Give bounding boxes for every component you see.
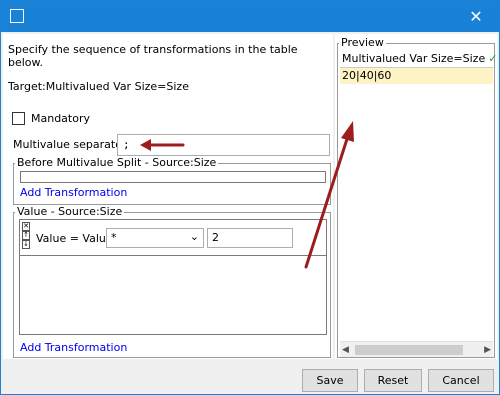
value-legend: Value - Source:Size xyxy=(15,205,125,218)
transformation-panel: Specify the sequence of transformations … xyxy=(3,34,333,359)
reset-button[interactable]: Reset xyxy=(364,369,422,392)
annotation-arrow-separator xyxy=(140,139,185,151)
scroll-thumb[interactable] xyxy=(355,345,463,355)
separator-label: Multivalue separator xyxy=(13,138,127,151)
remove-row-icon[interactable]: ✕ xyxy=(22,222,30,231)
move-up-icon[interactable]: ↑ xyxy=(22,231,30,240)
app-icon xyxy=(10,9,24,23)
transformation-row: ✕ ↑ ↓ Value = Value * ⌄ 2 xyxy=(20,220,326,256)
move-down-icon[interactable]: ↓ xyxy=(22,240,30,249)
operator-value: * xyxy=(111,231,117,244)
operator-select[interactable]: * ⌄ xyxy=(106,228,204,248)
mandatory-label: Mandatory xyxy=(31,112,91,125)
dialog-content: Specify the sequence of transformations … xyxy=(1,32,499,394)
target-label: Target:Multivalued Var Size=Size xyxy=(8,80,189,93)
add-transformation-link-value[interactable]: Add Transformation xyxy=(20,341,127,354)
preview-legend: Preview xyxy=(339,36,386,49)
chevron-down-icon: ⌄ xyxy=(189,230,199,243)
before-split-list xyxy=(20,171,326,183)
preview-header-text: Multivalued Var Size=Size xyxy=(342,52,486,65)
annotation-arrow-preview xyxy=(304,121,354,269)
preview-header: Multivalued Var Size=Size ✓ xyxy=(340,51,497,68)
check-icon: ✓ xyxy=(488,52,498,65)
value-transformation-list: ✕ ↑ ↓ Value = Value * ⌄ 2 xyxy=(19,219,327,335)
before-split-legend: Before Multivalue Split - Source:Size xyxy=(15,156,219,169)
add-transformation-link-before[interactable]: Add Transformation xyxy=(20,186,127,199)
cancel-button[interactable]: Cancel xyxy=(428,369,494,392)
before-split-group: Before Multivalue Split - Source:Size Ad… xyxy=(13,156,331,205)
save-button[interactable]: Save xyxy=(302,369,358,392)
close-button[interactable]: ✕ xyxy=(453,1,499,32)
title-bar: ✕ xyxy=(1,1,499,32)
instruction-text: Specify the sequence of transformations … xyxy=(8,43,298,69)
scroll-left-icon[interactable]: ◀ xyxy=(342,345,349,355)
scroll-right-icon[interactable]: ▶ xyxy=(484,345,491,355)
preview-value: 20|40|60 xyxy=(340,68,493,84)
mandatory-checkbox[interactable] xyxy=(12,112,25,125)
dialog-window: ✕ Specify the sequence of transformation… xyxy=(0,0,500,395)
transformation-label: Value = Value xyxy=(36,232,113,245)
operand-input[interactable]: 2 xyxy=(207,228,293,248)
value-group: Value - Source:Size ✕ ↑ ↓ Value = Value … xyxy=(13,205,331,358)
horizontal-scrollbar[interactable]: ◀ ▶ xyxy=(340,341,493,357)
